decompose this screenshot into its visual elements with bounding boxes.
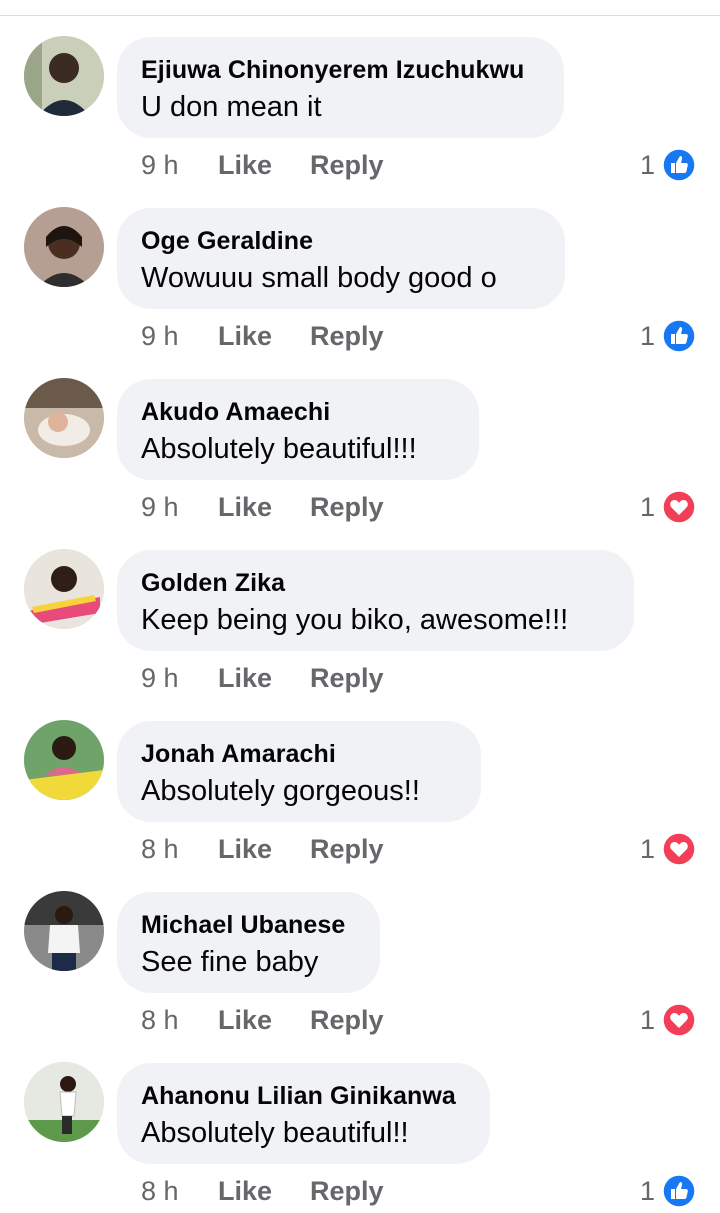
comment-item: Jonah Amarachi Absolutely gorgeous!! 8 h… bbox=[0, 700, 720, 871]
like-button[interactable]: Like bbox=[218, 321, 272, 352]
comment-item: Golden Zika Keep being you biko, awesome… bbox=[0, 529, 720, 700]
comment-bubble: Ejiuwa Chinonyerem Izuchukwu U don mean … bbox=[117, 37, 564, 138]
like-button[interactable]: Like bbox=[218, 834, 272, 865]
comment-bubble: Golden Zika Keep being you biko, awesome… bbox=[117, 550, 634, 651]
comment-time[interactable]: 8 h bbox=[141, 1005, 179, 1036]
reaction-count[interactable]: 1 bbox=[640, 150, 655, 181]
reaction-count[interactable]: 1 bbox=[640, 834, 655, 865]
comment-item: Oge Geraldine Wowuuu small body good o 9… bbox=[0, 187, 720, 358]
comment-text: U don mean it bbox=[141, 91, 322, 123]
comment-text: Absolutely beautiful!!! bbox=[141, 433, 417, 465]
comment-item: Ejiuwa Chinonyerem Izuchukwu U don mean … bbox=[0, 16, 720, 187]
comment-text: Absolutely gorgeous!! bbox=[141, 775, 420, 807]
comment-author[interactable]: Akudo Amaechi bbox=[141, 398, 330, 427]
comment-author[interactable]: Ejiuwa Chinonyerem Izuchukwu bbox=[141, 56, 524, 85]
comment-time[interactable]: 8 h bbox=[141, 1176, 179, 1207]
avatar[interactable] bbox=[24, 720, 104, 800]
comment-time[interactable]: 9 h bbox=[141, 492, 179, 523]
comment-author[interactable]: Jonah Amarachi bbox=[141, 740, 336, 769]
reaction-count[interactable]: 1 bbox=[640, 321, 655, 352]
avatar[interactable] bbox=[24, 378, 104, 458]
love-icon[interactable] bbox=[662, 490, 696, 524]
comment-time[interactable]: 9 h bbox=[141, 321, 179, 352]
avatar-photo bbox=[24, 1062, 104, 1142]
comment-item: Akudo Amaechi Absolutely beautiful!!! 9 … bbox=[0, 358, 720, 529]
love-icon[interactable] bbox=[662, 1003, 696, 1037]
avatar-photo bbox=[24, 378, 104, 458]
reply-button[interactable]: Reply bbox=[310, 1176, 384, 1207]
comment-author[interactable]: Golden Zika bbox=[141, 569, 285, 598]
comment-author[interactable]: Michael Ubanese bbox=[141, 911, 345, 940]
avatar[interactable] bbox=[24, 891, 104, 971]
comment-text: Keep being you biko, awesome!!! bbox=[141, 604, 569, 636]
like-button[interactable]: Like bbox=[218, 1005, 272, 1036]
like-button[interactable]: Like bbox=[218, 492, 272, 523]
comment-text: Wowuuu small body good o bbox=[141, 262, 497, 294]
avatar-photo bbox=[24, 207, 104, 287]
like-button[interactable]: Like bbox=[218, 1176, 272, 1207]
comment-time[interactable]: 9 h bbox=[141, 663, 179, 694]
comment-time[interactable]: 9 h bbox=[141, 150, 179, 181]
avatar[interactable] bbox=[24, 36, 104, 116]
comment-author[interactable]: Oge Geraldine bbox=[141, 227, 313, 256]
comment-time[interactable]: 8 h bbox=[141, 834, 179, 865]
comment-author[interactable]: Ahanonu Lilian Ginikanwa bbox=[141, 1082, 456, 1111]
like-button[interactable]: Like bbox=[218, 663, 272, 694]
reaction-count[interactable]: 1 bbox=[640, 1176, 655, 1207]
reply-button[interactable]: Reply bbox=[310, 492, 384, 523]
comment-item: Ahanonu Lilian Ginikanwa Absolutely beau… bbox=[0, 1042, 720, 1213]
reply-button[interactable]: Reply bbox=[310, 1005, 384, 1036]
like-icon[interactable] bbox=[662, 1174, 696, 1208]
reply-button[interactable]: Reply bbox=[310, 321, 384, 352]
love-icon[interactable] bbox=[662, 832, 696, 866]
comment-item: Michael Ubanese See fine baby 8 h Like R… bbox=[0, 871, 720, 1042]
reply-button[interactable]: Reply bbox=[310, 663, 384, 694]
avatar[interactable] bbox=[24, 207, 104, 287]
like-button[interactable]: Like bbox=[218, 150, 272, 181]
reaction-count[interactable]: 1 bbox=[640, 1005, 655, 1036]
comment-text: See fine baby bbox=[141, 946, 319, 978]
comment-bubble: Ahanonu Lilian Ginikanwa Absolutely beau… bbox=[117, 1063, 490, 1164]
avatar[interactable] bbox=[24, 1062, 104, 1142]
comment-bubble: Oge Geraldine Wowuuu small body good o bbox=[117, 208, 565, 309]
avatar-photo bbox=[24, 720, 104, 800]
comment-bubble: Michael Ubanese See fine baby bbox=[117, 892, 380, 993]
comment-bubble: Jonah Amarachi Absolutely gorgeous!! bbox=[117, 721, 481, 822]
avatar-photo bbox=[24, 36, 104, 116]
reply-button[interactable]: Reply bbox=[310, 150, 384, 181]
like-icon[interactable] bbox=[662, 148, 696, 182]
comment-bubble: Akudo Amaechi Absolutely beautiful!!! bbox=[117, 379, 479, 480]
avatar-photo bbox=[24, 891, 104, 971]
reply-button[interactable]: Reply bbox=[310, 834, 384, 865]
avatar-photo bbox=[24, 549, 104, 629]
comment-text: Absolutely beautiful!! bbox=[141, 1117, 409, 1149]
like-icon[interactable] bbox=[662, 319, 696, 353]
reaction-count[interactable]: 1 bbox=[640, 492, 655, 523]
avatar[interactable] bbox=[24, 549, 104, 629]
